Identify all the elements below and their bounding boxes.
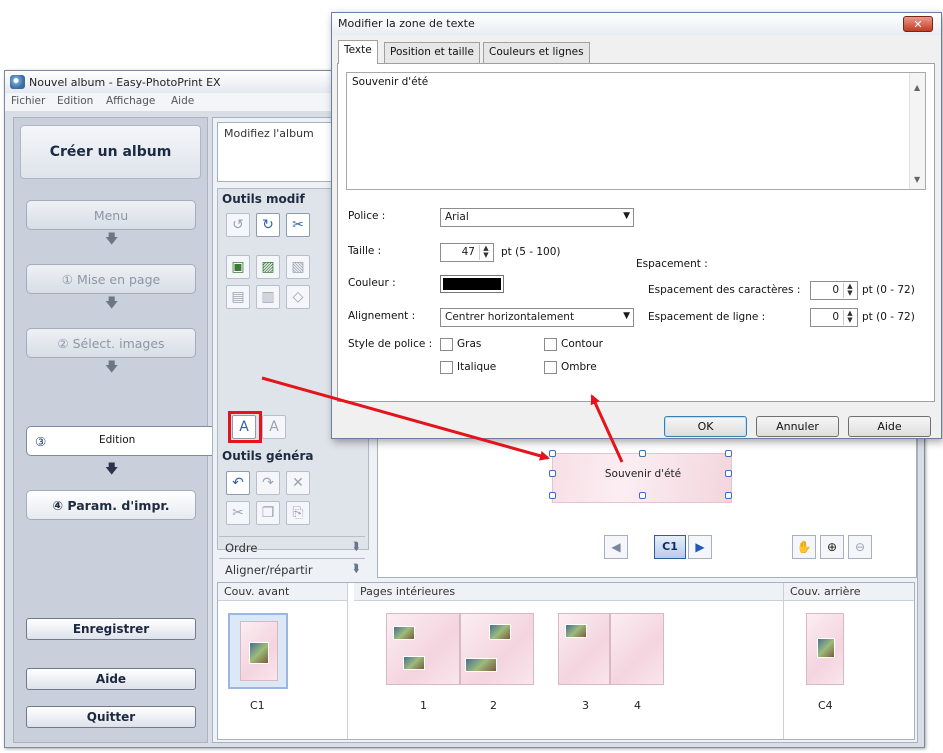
arrow-to-cover-text bbox=[261, 376, 550, 461]
callout-arrows bbox=[261, 376, 624, 463]
arrow-to-dialog bbox=[590, 394, 624, 463]
tab-text[interactable]: Texte bbox=[338, 40, 378, 64]
